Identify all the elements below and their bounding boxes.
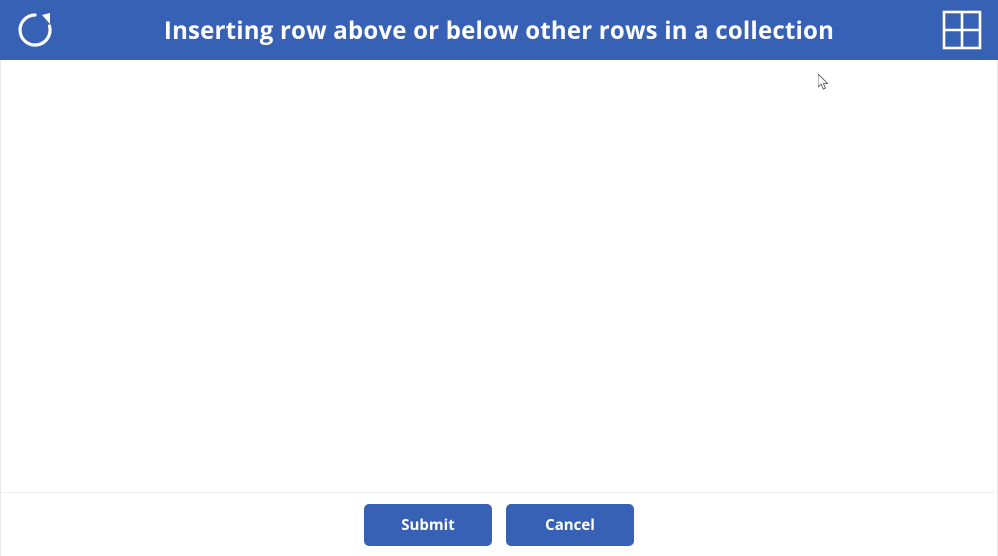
content-area <box>0 60 998 492</box>
add-cell-button[interactable] <box>940 8 984 52</box>
page-title: Inserting row above or below other rows … <box>74 14 924 47</box>
submit-button[interactable]: Submit <box>364 504 492 546</box>
refresh-icon <box>14 9 56 51</box>
header-left <box>14 9 74 51</box>
footer-bar: Submit Cancel <box>0 492 998 556</box>
add-cell-icon <box>940 8 984 52</box>
app-frame: Inserting row above or below other rows … <box>0 0 998 556</box>
header-bar: Inserting row above or below other rows … <box>0 0 998 60</box>
cancel-button[interactable]: Cancel <box>506 504 634 546</box>
header-right <box>924 8 984 52</box>
refresh-button[interactable] <box>14 9 56 51</box>
